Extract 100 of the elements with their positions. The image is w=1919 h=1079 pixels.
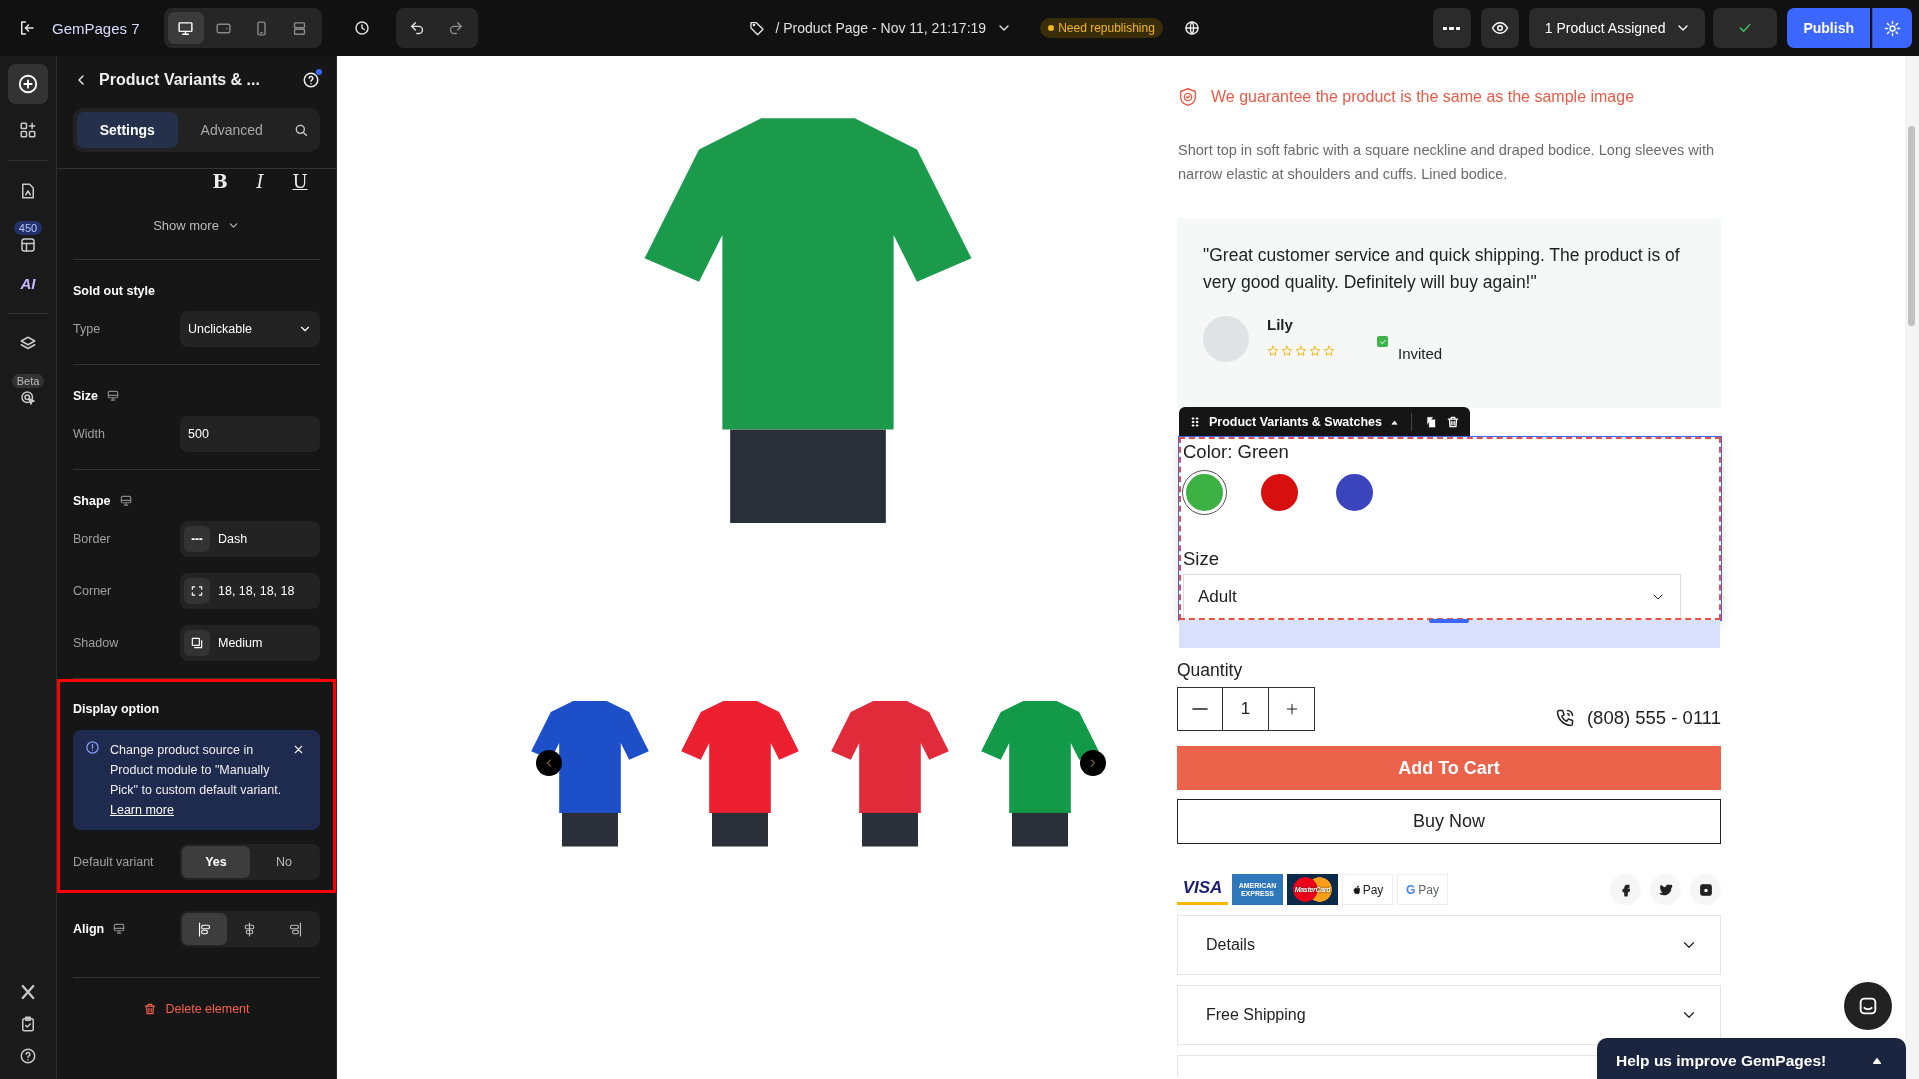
accordion-title: Details [1206,936,1255,954]
page-icon [19,182,37,200]
align-left-button[interactable] [182,913,228,945]
resize-handle[interactable] [1429,619,1469,623]
facebook-link[interactable] [1610,874,1641,905]
section-heading: Shape [73,494,111,508]
element-name: Product Variants & Swatches [1209,415,1382,429]
review-quote: "Great customer service and quick shipping. The product is of very good quality. Definitely will buy again!" [1203,244,1681,294]
corner-select[interactable]: 18, 18, 18, 18 [180,573,320,609]
panel-title: Product Variants & ... [99,71,261,89]
settings-button[interactable] [1872,8,1912,48]
grid-plus-icon [19,121,37,139]
italic-format-button[interactable]: I [240,171,280,192]
field-label: Border [73,532,111,546]
width-input[interactable]: 500 [180,416,320,452]
tracking-tool-button[interactable]: Beta [8,370,48,410]
shadow-icon [190,636,204,650]
color-swatch[interactable] [1183,471,1226,514]
learn-more-link[interactable]: Learn more [110,803,174,817]
shadow-select[interactable]: Medium [180,625,320,661]
star-icon [1309,345,1321,357]
bold-format-button[interactable]: B [200,171,240,192]
increase-button[interactable] [1269,687,1315,731]
field-label: Type [73,322,101,336]
size-dropdown[interactable]: Adult [1183,574,1681,618]
notice-text: Change product source in Product module to "Manually Pick" to custom default variant. Learn more [110,742,282,819]
section-heading: Sold out style [73,284,155,298]
page-title[interactable]: / Product Page - Nov 11, 21:17:19 [775,20,987,36]
tag-icon [749,20,766,36]
cursor-target-icon [19,388,37,407]
chat-icon [1857,995,1879,1017]
show-more-button[interactable]: Show more [153,218,240,233]
search-icon[interactable] [293,122,309,138]
phone-number: (808) 555 - 0111 [1586,707,1721,729]
field-label: Default variant [73,855,154,869]
applepay-logo: Pay [1342,874,1393,905]
shield-icon [1177,86,1199,108]
close-icon[interactable] [292,743,305,756]
field-label: Corner [73,584,112,598]
quantity-input[interactable]: 1 [1223,687,1269,731]
layout-icon [19,235,37,254]
toggle-option[interactable]: No [250,846,318,878]
delete-element-button[interactable]: Delete element [73,978,320,1040]
desktop-icon [118,494,133,508]
toggle-option[interactable]: Yes [182,846,250,878]
exit-icon[interactable] [18,19,36,37]
sections-tool-button[interactable]: 450 [8,217,48,257]
type-dropdown[interactable]: Unclickable [180,311,320,347]
star-icon [1295,345,1307,357]
accordion-title: Free Shipping [1206,1006,1306,1024]
panel-tab[interactable]: Settings [77,112,178,148]
x-logo-icon[interactable] [19,983,37,1001]
border-select[interactable]: Dash [180,521,320,557]
ai-tool-button[interactable]: AI [8,263,48,303]
desktop-icon [177,19,195,37]
decrease-button[interactable] [1177,687,1223,731]
preview-button[interactable] [1480,8,1519,48]
quantity-label: Quantity [1177,660,1244,681]
copy-icon[interactable] [1424,415,1438,429]
accordion-header[interactable]: Details [1177,915,1721,975]
product-assigned-dropdown[interactable]: 1 Product Assigned [1528,8,1706,48]
publish-button[interactable]: Publish [1787,8,1870,48]
feedback-title: Help us improve GemPages! [1616,1051,1827,1070]
trash-icon [143,1002,158,1016]
trash-icon[interactable] [1446,415,1460,429]
plus-circle-icon [17,73,39,95]
panel-tab[interactable]: Advanced [181,112,282,148]
desktop-view-button[interactable] [167,12,204,44]
product-description: Short top in soft fabric with a square neckline and draped bodice. Long sleeves with narrow elastic at shoulders and cuffs. Lined bodice. [1178,141,1716,184]
chat-button[interactable] [1844,982,1892,1030]
accordion-header[interactable]: Free Shipping [1177,985,1721,1045]
section-heading: Size [73,389,98,403]
help-icon[interactable] [19,1047,37,1065]
twitter-link[interactable] [1650,874,1681,905]
scrollbar-thumb[interactable] [1908,126,1915,326]
tool-badge: 450 [13,220,43,235]
underline-format-button[interactable]: U [280,171,320,192]
field-label: Shadow [73,636,119,650]
section-heading: Display option [73,702,160,716]
instagram-icon [1698,882,1713,897]
more-button[interactable] [1432,8,1471,48]
desktop-icon [112,922,127,936]
feedback-banner[interactable]: Help us improve GemPages! [1597,1038,1906,1079]
settings-icon [1884,19,1901,37]
star-icon [1281,345,1293,357]
color-label: Color: Green [1183,441,1290,463]
instagram-link[interactable] [1690,874,1721,905]
section-heading: Align [73,922,105,936]
field-label: Width [73,427,105,441]
clock-icon [352,19,371,37]
info-icon [85,740,100,755]
review-status-label: Invited [1398,345,1443,362]
app-name: GemPages 7 [52,19,140,37]
corners-icon [190,584,204,598]
clipboard-check-icon[interactable] [19,1015,37,1033]
more-icon [1443,26,1461,30]
drag-handle-icon[interactable] [1189,416,1201,428]
add-tool-button[interactable] [8,64,48,104]
buy-now-button[interactable]: Buy Now [1177,799,1721,844]
translate-icon[interactable] [1182,19,1201,37]
